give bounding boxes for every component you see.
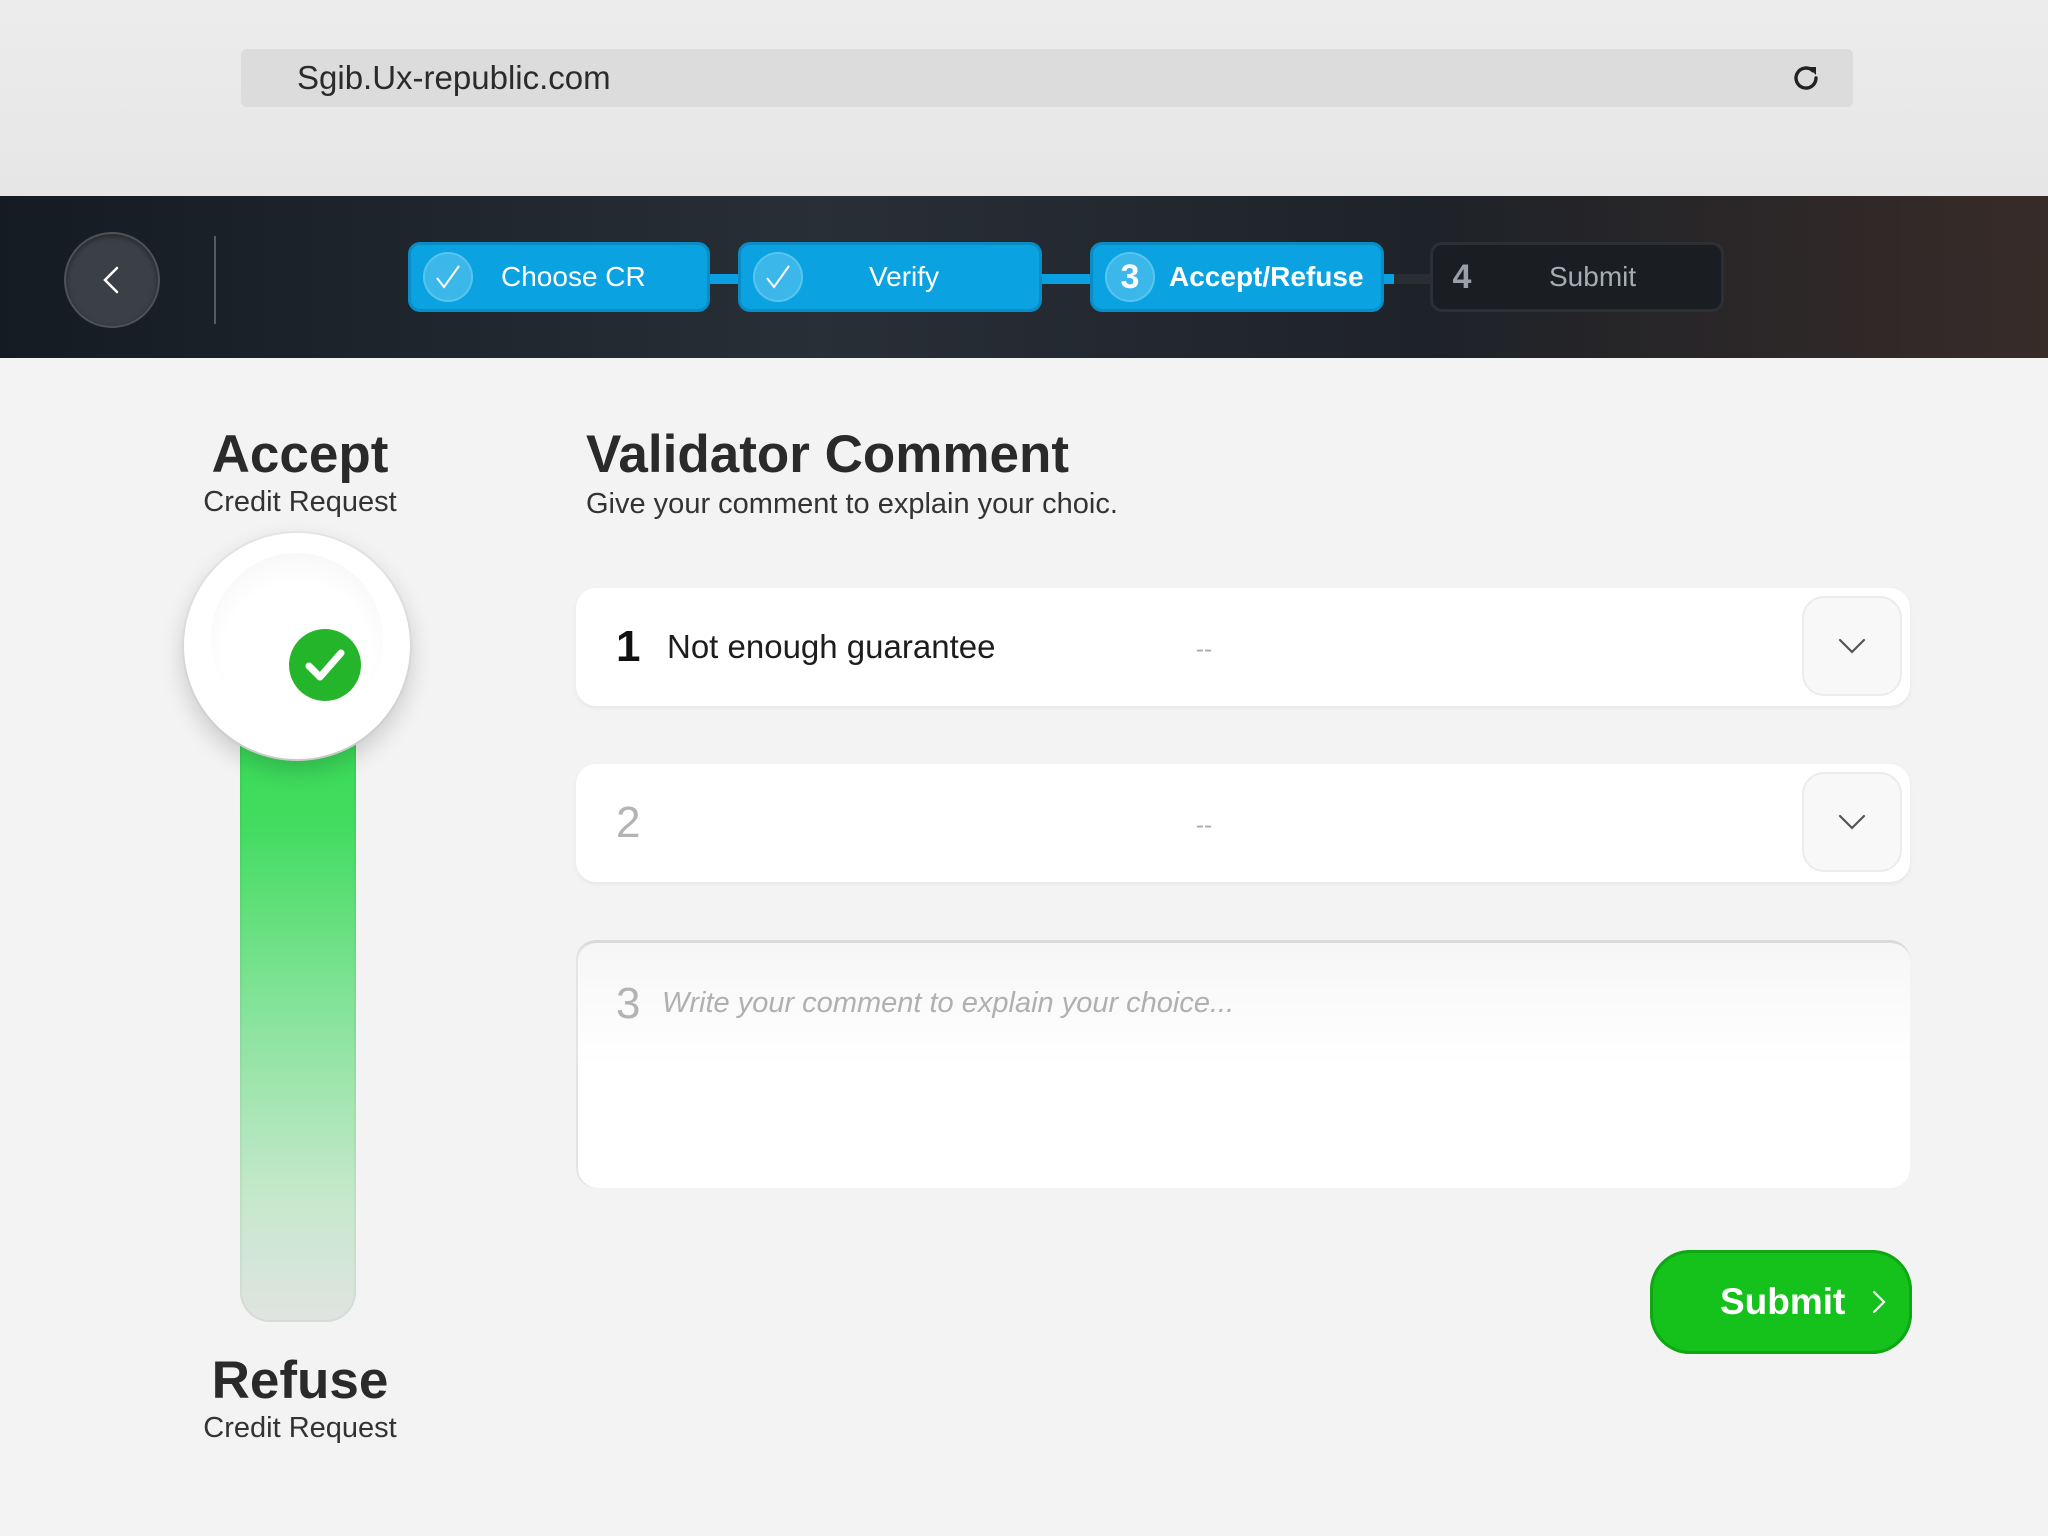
comment-box: 3 (576, 940, 1910, 1188)
step-choose-cr[interactable]: Choose CR (408, 242, 710, 312)
step-number: 4 (1452, 258, 1472, 296)
check-icon (753, 252, 803, 302)
chevron-right-icon (1872, 1290, 1886, 1314)
row-number: 2 (616, 798, 641, 847)
refuse-title: Refuse (211, 1351, 389, 1410)
address-bar[interactable]: Sgib.Ux-republic.com (241, 49, 1853, 107)
step-label: Verify (869, 261, 940, 292)
back-button[interactable] (64, 232, 160, 328)
chevron-left-icon (103, 266, 119, 294)
row-placeholder: -- (1196, 812, 1212, 839)
comment-textarea[interactable] (662, 987, 1862, 1167)
accept-title: Accept (211, 425, 389, 484)
chevron-down-icon (1838, 814, 1866, 830)
check-icon (423, 252, 473, 302)
knob-inner (211, 553, 383, 725)
step-header: Choose CR Verify 3 Accept/Refuse 4 Submi… (0, 196, 2048, 358)
step-connector (708, 274, 742, 284)
row-placeholder: -- (1196, 636, 1212, 663)
dropdown-button[interactable] (1802, 596, 1902, 696)
dropdown-button[interactable] (1802, 772, 1902, 872)
check-circle-icon (289, 629, 361, 701)
decision-slider-track[interactable] (240, 700, 356, 1322)
comment-number: 3 (616, 979, 641, 1028)
reload-icon[interactable] (1789, 61, 1823, 95)
step-submit[interactable]: 4 Submit (1430, 242, 1724, 312)
submit-label: Submit (1720, 1281, 1846, 1322)
step-number: 3 (1105, 252, 1155, 302)
form-title: Validator Comment (586, 425, 1069, 484)
decision-slider-knob[interactable] (184, 533, 410, 759)
url-text[interactable]: Sgib.Ux-republic.com (297, 49, 611, 107)
reason-select-2[interactable]: 2 -- (576, 764, 1910, 882)
browser-bar: Sgib.Ux-republic.com (0, 0, 2048, 197)
refuse-subtitle: Credit Request (203, 1412, 397, 1444)
row-number: 1 (616, 622, 641, 671)
header-divider (214, 236, 216, 324)
chevron-down-icon (1838, 638, 1866, 654)
step-accept-refuse[interactable]: 3 Accept/Refuse (1090, 242, 1384, 312)
step-label: Submit (1549, 261, 1637, 292)
step-connector (1040, 274, 1092, 284)
step-label: Accept/Refuse (1169, 261, 1364, 292)
step-connector (1394, 274, 1434, 284)
submit-button[interactable]: Submit (1650, 1250, 1912, 1354)
step-verify[interactable]: Verify (738, 242, 1042, 312)
form-subtitle: Give your comment to explain your choic. (586, 488, 1118, 520)
step-label: Choose CR (501, 261, 646, 292)
accept-subtitle: Credit Request (203, 486, 397, 518)
reason-select-1[interactable]: 1 Not enough guarantee -- (576, 588, 1910, 706)
row-value: Not enough guarantee (667, 628, 996, 665)
